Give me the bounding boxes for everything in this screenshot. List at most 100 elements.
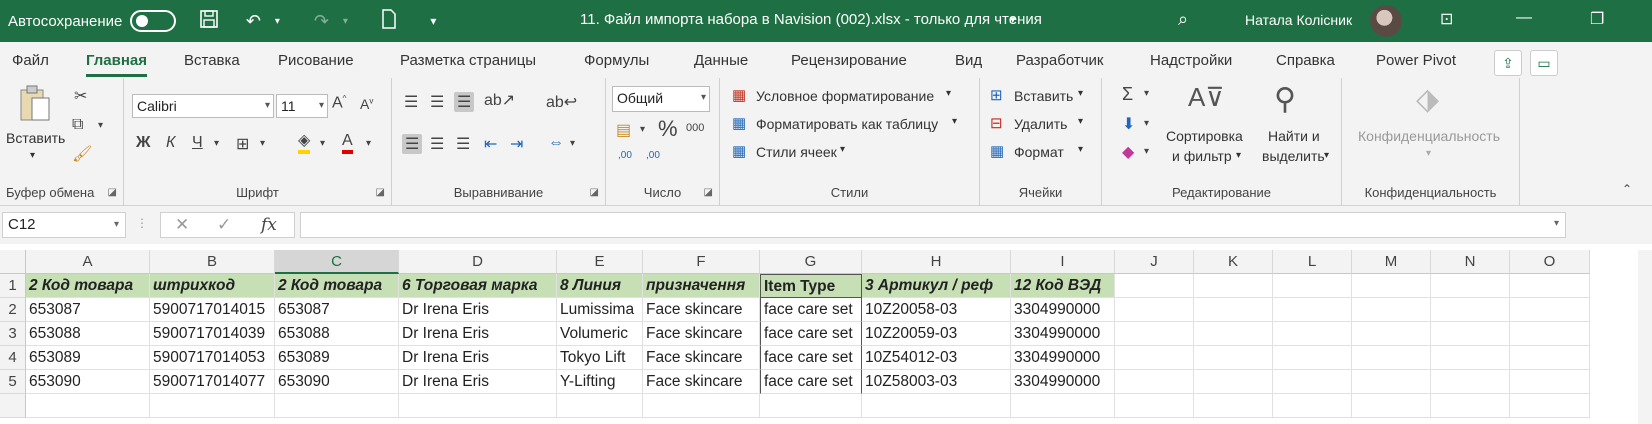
table-cell[interactable]: 653089 — [275, 346, 399, 370]
empty-cell[interactable] — [1510, 274, 1590, 298]
comments-icon[interactable]: ▭ — [1530, 50, 1558, 76]
empty-cell[interactable] — [1115, 370, 1194, 394]
avatar[interactable] — [1370, 5, 1402, 37]
sensitivity-dropdown-icon[interactable]: ▾ — [1426, 148, 1431, 159]
cancel-icon[interactable]: ✕ — [175, 215, 189, 235]
font-name-select[interactable]: Calibri ▾ — [132, 94, 274, 118]
column-header-e[interactable]: E — [557, 250, 643, 274]
vertical-scrollbar[interactable] — [1638, 250, 1652, 424]
conditional-format-dropdown-icon[interactable]: ▾ — [946, 88, 951, 99]
empty-cell[interactable] — [1510, 370, 1590, 394]
empty-cell[interactable] — [1273, 370, 1352, 394]
find-select-dropdown-icon[interactable]: ▾ — [1324, 150, 1329, 161]
ribbon-display-icon[interactable]: ⊡ — [1440, 9, 1453, 29]
table-cell[interactable]: Face skincare — [643, 370, 760, 394]
empty-cell[interactable] — [557, 394, 643, 418]
column-header-c[interactable]: C — [275, 250, 399, 274]
sensitivity-icon[interactable]: ⬗ — [1416, 82, 1439, 117]
tab-view[interactable]: Вид — [955, 52, 982, 69]
table-cell[interactable]: Face skincare — [643, 322, 760, 346]
sort-filter-line1[interactable]: Сортировка — [1166, 128, 1243, 144]
table-cell[interactable]: 10Z20058-03 — [862, 298, 1011, 322]
empty-cell[interactable] — [1352, 370, 1431, 394]
font-color-dropdown-icon[interactable]: ▾ — [366, 138, 371, 149]
table-cell[interactable]: 10Z54012-03 — [862, 346, 1011, 370]
copy-dropdown-icon[interactable]: ▾ — [98, 120, 103, 131]
paste-button[interactable]: Вставить — [6, 130, 65, 146]
clear-dropdown-icon[interactable]: ▾ — [1144, 146, 1149, 157]
empty-cell[interactable] — [1115, 394, 1194, 418]
empty-cell[interactable] — [760, 394, 862, 418]
empty-cell[interactable] — [1115, 322, 1194, 346]
row-header[interactable]: 3 — [0, 322, 26, 346]
delete-cells-button[interactable]: Удалить — [1014, 116, 1067, 132]
merge-center-icon[interactable]: ⇔ — [548, 134, 564, 152]
header-cell[interactable]: Item Type — [760, 274, 862, 298]
table-cell[interactable]: 653090 — [26, 370, 150, 394]
title-dropdown-icon[interactable]: ▾ — [1010, 13, 1016, 26]
customize-toolbar-icon[interactable]: ▾ — [422, 14, 444, 28]
sort-filter-icon[interactable]: A⊽ — [1188, 82, 1224, 113]
table-cell[interactable]: 10Z58003-03 — [862, 370, 1011, 394]
sensitivity-button[interactable]: Конфиденциальность — [1358, 128, 1500, 144]
table-cell[interactable]: face care set — [760, 346, 862, 370]
table-cell[interactable]: 3304990000 — [1011, 370, 1115, 394]
tab-addins[interactable]: Надстройки — [1150, 52, 1232, 69]
empty-cell[interactable] — [1352, 298, 1431, 322]
empty-cell[interactable] — [1194, 370, 1273, 394]
paste-dropdown-icon[interactable]: ▾ — [30, 150, 35, 161]
row-header[interactable] — [0, 394, 26, 418]
empty-cell[interactable] — [1194, 274, 1273, 298]
align-middle-icon[interactable]: ☰ — [430, 92, 444, 112]
empty-cell[interactable] — [1194, 346, 1273, 370]
sort-filter-dropdown-icon[interactable]: ▾ — [1236, 150, 1241, 161]
table-cell[interactable]: 5900717014053 — [150, 346, 275, 370]
undo-icon[interactable]: ↶ — [242, 11, 264, 32]
header-cell[interactable]: 12 Код ВЭД — [1011, 274, 1115, 298]
cell-styles-icon[interactable]: ▦ — [732, 142, 746, 160]
empty-cell[interactable] — [150, 394, 275, 418]
table-cell[interactable]: 5900717014039 — [150, 322, 275, 346]
autosum-icon[interactable]: Σ — [1122, 84, 1133, 105]
increase-font-icon[interactable]: A^ — [332, 94, 346, 112]
format-cells-button[interactable]: Формат — [1014, 144, 1064, 160]
table-cell[interactable]: 653090 — [275, 370, 399, 394]
tab-power-pivot[interactable]: Power Pivot — [1376, 52, 1456, 69]
fill-icon[interactable]: ⬇ — [1122, 114, 1135, 134]
wrap-text-icon[interactable]: ab↩ — [546, 92, 577, 112]
number-format-select[interactable]: Общий ▾ — [612, 86, 710, 112]
decrease-font-icon[interactable]: Av — [360, 96, 373, 112]
align-center-icon[interactable]: ☰ — [430, 134, 444, 154]
merge-dropdown-icon[interactable]: ▾ — [570, 138, 575, 149]
empty-cell[interactable] — [1352, 322, 1431, 346]
insert-cells-icon[interactable]: ⊞ — [990, 86, 1003, 104]
format-as-table-button[interactable]: Форматировать как таблицу — [756, 116, 938, 132]
table-cell[interactable]: Volumeric — [557, 322, 643, 346]
user-name[interactable]: Натала Колісник — [1245, 12, 1352, 28]
paste-icon[interactable] — [18, 84, 52, 132]
conditional-format-icon[interactable]: ▦ — [732, 86, 746, 104]
table-cell[interactable]: Dr Irena Eris — [399, 346, 557, 370]
empty-cell[interactable] — [643, 394, 760, 418]
table-cell[interactable]: 653089 — [26, 346, 150, 370]
row-header[interactable]: 5 — [0, 370, 26, 394]
accounting-format-icon[interactable]: ▤ — [616, 120, 631, 140]
table-cell[interactable]: Dr Irena Eris — [399, 370, 557, 394]
table-cell[interactable]: 653088 — [275, 322, 399, 346]
autosave-toggle[interactable] — [130, 10, 177, 32]
empty-cell[interactable] — [1194, 322, 1273, 346]
fill-dropdown-icon[interactable]: ▾ — [1144, 118, 1149, 129]
font-color-icon[interactable]: A — [342, 132, 353, 154]
empty-cell[interactable] — [1352, 346, 1431, 370]
table-cell[interactable]: Face skincare — [643, 346, 760, 370]
delete-dropdown-icon[interactable]: ▾ — [1078, 116, 1083, 127]
header-cell[interactable]: 6 Торговая марка — [399, 274, 557, 298]
empty-cell[interactable] — [1510, 346, 1590, 370]
table-cell[interactable]: Tokyo Lift — [557, 346, 643, 370]
table-cell[interactable]: face care set — [760, 322, 862, 346]
column-header-g[interactable]: G — [760, 250, 862, 274]
empty-cell[interactable] — [1352, 274, 1431, 298]
tab-review[interactable]: Рецензирование — [791, 52, 907, 69]
empty-cell[interactable] — [1115, 274, 1194, 298]
save-icon[interactable] — [198, 9, 220, 34]
